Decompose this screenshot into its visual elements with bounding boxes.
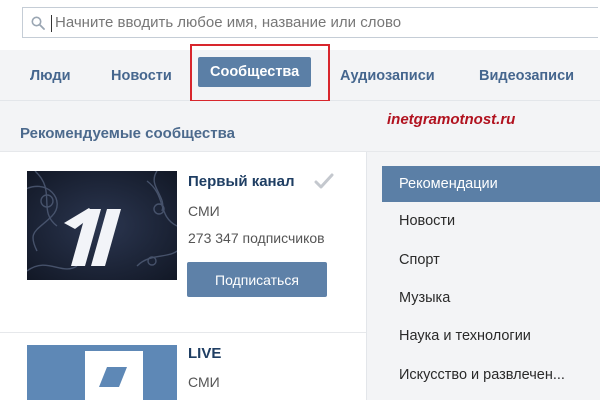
watermark: inetgramotnost.ru bbox=[387, 111, 516, 128]
community-category: СМИ bbox=[188, 374, 220, 390]
community-name[interactable]: LIVE bbox=[188, 345, 221, 362]
sidebar-item-science[interactable]: Наука и технологии bbox=[382, 318, 600, 354]
list-item: LIVE СМИ bbox=[0, 345, 366, 400]
category-sidebar: Рекомендации Новости Спорт Музыка Наука … bbox=[367, 152, 600, 400]
community-avatar[interactable] bbox=[27, 171, 177, 280]
live-logo bbox=[27, 345, 177, 400]
community-avatar[interactable] bbox=[27, 345, 177, 400]
sidebar-item-recommendations[interactable]: Рекомендации bbox=[382, 166, 600, 202]
first-channel-logo bbox=[27, 171, 177, 280]
sidebar-item-music[interactable]: Музыка bbox=[382, 280, 600, 316]
text-cursor bbox=[51, 15, 52, 32]
sidebar-item-sport[interactable]: Спорт bbox=[382, 242, 600, 278]
community-name[interactable]: Первый канал bbox=[188, 173, 295, 190]
search-icon bbox=[31, 16, 45, 30]
community-category: СМИ bbox=[188, 203, 220, 219]
sidebar-item-arts[interactable]: Искусство и развлечен... bbox=[382, 357, 600, 393]
sidebar-item-news[interactable]: Новости bbox=[382, 203, 600, 239]
tab-video[interactable]: Видеозаписи bbox=[479, 64, 574, 88]
tab-news[interactable]: Новости bbox=[111, 64, 172, 88]
search-page: Люди Новости Сообщества Аудиозаписи Виде… bbox=[0, 0, 600, 400]
tab-communities[interactable]: Сообщества bbox=[198, 57, 312, 87]
search-tabs: Люди Новости Сообщества Аудиозаписи Виде… bbox=[0, 50, 600, 101]
tab-people[interactable]: Люди bbox=[30, 64, 70, 88]
check-icon bbox=[314, 173, 334, 189]
section-header: Рекомендуемые сообщества inetgramotnost.… bbox=[0, 101, 600, 152]
search-bar[interactable] bbox=[22, 7, 598, 38]
subscriber-count: 273 347 подписчиков bbox=[188, 230, 325, 246]
tab-audio[interactable]: Аудиозаписи bbox=[340, 64, 435, 88]
search-input[interactable] bbox=[55, 8, 585, 37]
communities-list: Первый канал СМИ 273 347 подписчиков Под… bbox=[0, 152, 367, 400]
list-item: Первый канал СМИ 273 347 подписчиков Под… bbox=[0, 152, 366, 333]
section-title: Рекомендуемые сообщества bbox=[20, 125, 235, 142]
subscribe-button[interactable]: Подписаться bbox=[187, 262, 327, 297]
